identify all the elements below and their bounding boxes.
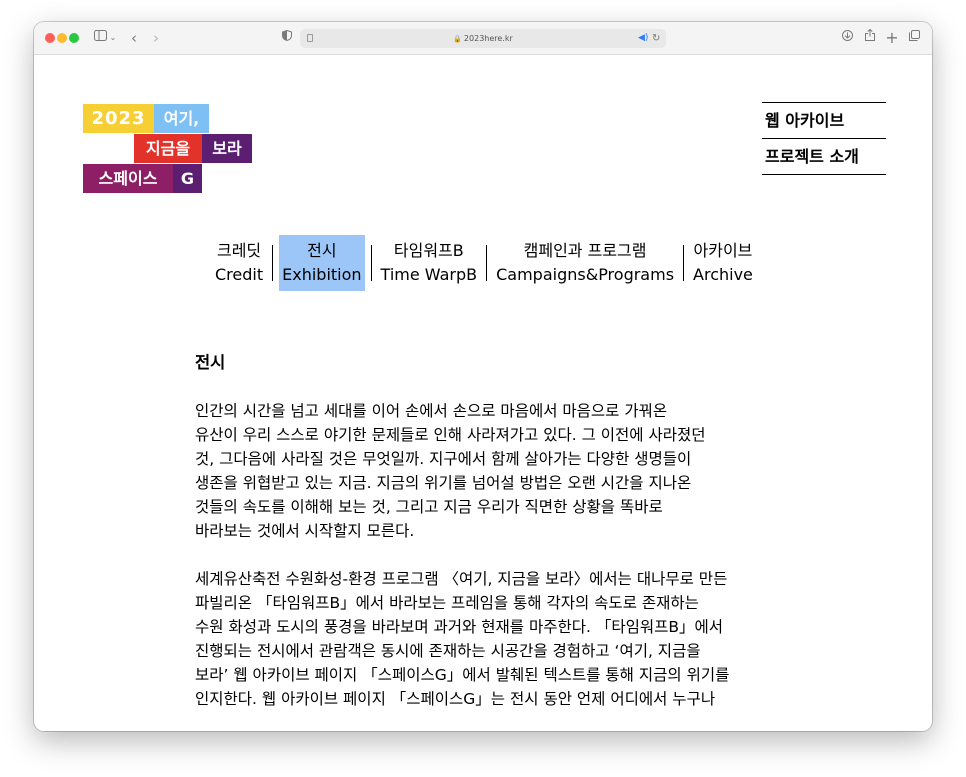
nav-label-ko: 전시 — [307, 241, 337, 260]
text-line: 유산이 우리 스스로 야기한 문제들로 인해 사라져가고 있다. 그 이전에 사… — [195, 426, 706, 444]
text-line: 세계유산축전 수원화성-환경 프로그램 〈여기, 지금을 보라〉에서는 대나무로… — [195, 570, 728, 588]
text-line: 인간의 시간을 넘고 세대를 이어 손에서 손으로 마음에서 마음으로 가꿔온 — [195, 402, 668, 420]
text-line: 인지한다. 웹 아카이브 페이지 「스페이스G」는 전시 동안 언제 어디에서 … — [195, 690, 716, 708]
text-line: 보라’ 웹 아카이브 페이지 「스페이스G」에서 발췌된 텍스트를 통해 지금의… — [195, 666, 730, 684]
nav-label-en: Time WarpB — [380, 265, 478, 284]
nav-divider — [486, 245, 488, 281]
nav-label-en: Credit — [215, 265, 264, 284]
nav-item-time-warp-b[interactable]: 타임워프B Time WarpB — [378, 235, 481, 291]
main-nav: 크레딧 Credit 전시 Exhibition 타임워프B Time Warp… — [212, 235, 756, 291]
text-line: 생존을 위협받고 있는 지금. 지금의 위기를 넘어설 방법은 오랜 시간을 지… — [195, 474, 692, 492]
reload-icon[interactable]: ↻ — [652, 29, 660, 48]
project-intro-link[interactable]: 프로젝트 소개 — [762, 138, 886, 174]
nav-item-exhibition[interactable]: 전시 Exhibition — [279, 235, 365, 291]
nav-label-ko: 아카이브 — [693, 241, 753, 260]
text-line: 것들의 속도를 이해해 보는 것, 그리고 지금 우리가 직면한 상황을 똑바로 — [195, 498, 663, 516]
minimize-window-button[interactable] — [57, 33, 67, 43]
lock-icon: 🔒 — [453, 35, 462, 43]
nav-label-ko: 크레딧 — [216, 241, 262, 260]
nav-divider — [683, 245, 685, 281]
web-page: 2023 여기, 지금을 보라 스페이스 G 웹 아카이브 프로젝트 소개 크레… — [34, 55, 932, 731]
text-line: 파빌리온 「타임워프B」에서 바라보는 프레임을 통해 각자의 속도로 존재하는 — [195, 594, 699, 612]
paragraph-2: 세계유산축전 수원화성-환경 프로그램 〈여기, 지금을 보라〉에서는 대나무로… — [195, 567, 775, 711]
text-line: 바라보는 것에서 시작할지 모른다. — [195, 522, 415, 540]
nav-divider — [370, 245, 372, 281]
url-text: 2023here.kr — [463, 34, 513, 43]
zoom-window-button[interactable] — [69, 33, 79, 43]
divider — [762, 174, 886, 175]
new-tab-icon[interactable]: + — [885, 29, 899, 47]
logo-jigeumeul: 지금을 — [134, 134, 202, 163]
logo-bora: 보라 — [202, 134, 252, 163]
download-icon[interactable] — [840, 29, 854, 47]
exhibition-content: 전시 인간의 시간을 넘고 세대를 이어 손에서 손으로 마음에서 마음으로 가… — [195, 351, 775, 731]
nav-item-archive[interactable]: 아카이브 Archive — [690, 235, 756, 291]
logo-g: G — [173, 164, 202, 193]
text-line: 것, 그다음에 사라질 것은 무엇일까. 지구에서 함께 살아가는 다양한 생명… — [195, 450, 692, 468]
nav-label-en: Campaigns&Programs — [496, 265, 675, 284]
logo-2023: 2023 — [83, 104, 154, 133]
side-links: 웹 아카이브 프로젝트 소개 — [762, 102, 886, 175]
browser-window: ⌄ ‹ › 🔒 2023here.kr ◀︎) ↻ + 2023 여기, 지금을… — [34, 22, 932, 731]
section-title: 전시 — [195, 353, 226, 372]
share-icon[interactable] — [863, 28, 877, 47]
web-archive-link[interactable]: 웹 아카이브 — [762, 102, 886, 138]
nav-label-ko: 타임워프B — [393, 241, 464, 260]
text-line: 진행되는 전시에서 관람객은 동시에 존재하는 시공간을 경험하고 ‘여기, 지… — [195, 642, 701, 660]
speaker-icon[interactable]: ◀︎) — [638, 29, 648, 48]
sidebar-icon[interactable] — [92, 29, 108, 47]
nav-divider — [272, 245, 274, 281]
logo-space: 스페이스 — [83, 164, 173, 193]
forward-icon[interactable]: › — [150, 29, 162, 47]
nav-label-ko: 캠페인과 프로그램 — [523, 241, 647, 260]
close-window-button[interactable] — [45, 33, 55, 43]
nav-label-en: Archive — [693, 265, 753, 284]
privacy-shield-icon[interactable] — [280, 29, 294, 47]
tab-overview-icon[interactable] — [907, 29, 921, 47]
nav-label-en: Exhibition — [282, 265, 362, 284]
paragraph-1: 인간의 시간을 넘고 세대를 이어 손에서 손으로 마음에서 마음으로 가꿔온 … — [195, 399, 775, 543]
back-icon[interactable]: ‹ — [128, 29, 140, 47]
chevron-down-icon[interactable]: ⌄ — [109, 29, 117, 47]
logo-yeogi: 여기, — [154, 104, 209, 133]
address-bar[interactable]: 🔒 2023here.kr ◀︎) ↻ — [300, 29, 666, 48]
text-line: 수원 화성과 도시의 풍경을 바라보며 과거와 현재를 마주한다. 「타임워프B… — [195, 618, 724, 636]
nav-item-campaigns-programs[interactable]: 캠페인과 프로그램 Campaigns&Programs — [493, 235, 677, 291]
browser-toolbar: ⌄ ‹ › 🔒 2023here.kr ◀︎) ↻ + — [34, 22, 932, 55]
nav-item-credit[interactable]: 크레딧 Credit — [212, 235, 266, 291]
